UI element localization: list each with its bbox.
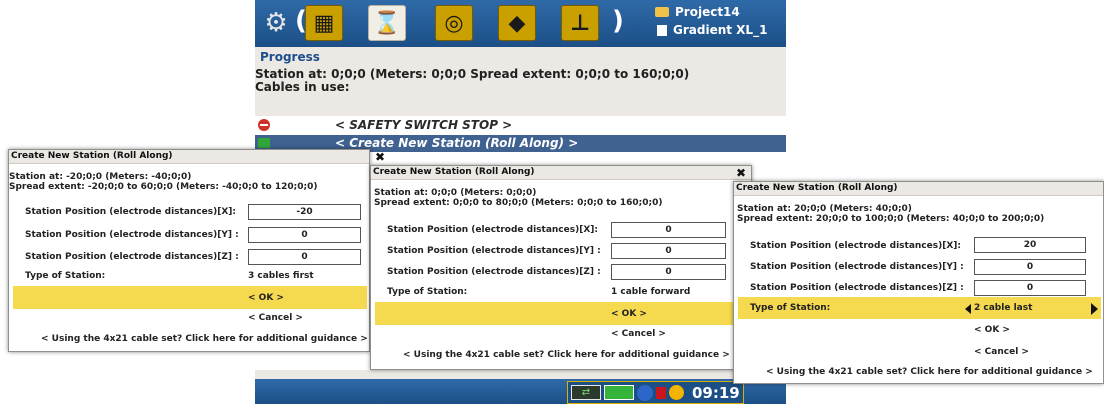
cancel-button[interactable]: < Cancel > <box>248 313 303 323</box>
guidance-link[interactable]: < Using the 4x21 cable set? Click here f… <box>41 334 368 344</box>
arrow-left-icon[interactable] <box>965 304 971 314</box>
folder-icon <box>655 7 669 17</box>
z-position-label: Station Position (electrode distances)[Z… <box>25 252 239 262</box>
ok-row-highlight <box>375 302 749 325</box>
type-of-station-label: Type of Station: <box>387 287 468 297</box>
close-icon[interactable]: ✖ <box>375 150 385 164</box>
spiral-icon[interactable]: ◎ <box>435 5 473 41</box>
station-status: Station at: 0;0;0 (Meters: 0;0;0 Spread … <box>255 67 690 81</box>
connection-icon[interactable]: ⇄ <box>571 385 601 400</box>
type-of-station-label: Type of Station: <box>25 271 106 281</box>
close-icon[interactable]: ✖ <box>736 166 746 180</box>
progress-title: Progress <box>260 50 320 64</box>
x-position-label: Station Position (electrode distances)[X… <box>25 207 236 217</box>
y-position-input[interactable]: 0 <box>248 227 361 243</box>
clock-icon[interactable] <box>669 385 684 400</box>
spread-extent-text: Spread extent: -20;0;0 to 60;0;0 (Meters… <box>9 182 318 192</box>
y-position-input[interactable]: 0 <box>611 243 726 259</box>
ok-button[interactable]: < OK > <box>974 325 1010 335</box>
x-position-input[interactable]: -20 <box>248 204 361 220</box>
create-station-dialog-2: Create New Station (Roll Along) Station … <box>370 165 752 370</box>
system-tray: ⇄ 09:19 <box>567 381 744 404</box>
record-icon[interactable] <box>656 386 666 399</box>
globe-icon[interactable] <box>637 384 653 401</box>
diamond-icon[interactable]: ◆ <box>498 5 536 41</box>
z-position-label: Station Position (electrode distances)[Z… <box>750 283 964 293</box>
cables-status: Cables in use: <box>255 80 350 94</box>
z-position-input[interactable]: 0 <box>611 264 726 280</box>
x-position-input[interactable]: 0 <box>611 222 726 238</box>
x-position-input[interactable]: 20 <box>974 237 1086 253</box>
y-position-label: Station Position (electrode distances)[Y… <box>387 246 601 256</box>
x-position-label: Station Position (electrode distances)[X… <box>750 241 961 251</box>
gear-icon[interactable]: ⚙ <box>257 5 295 41</box>
z-position-input[interactable]: 0 <box>974 280 1086 296</box>
z-position-input[interactable]: 0 <box>248 249 361 265</box>
battery-icon[interactable] <box>604 385 634 400</box>
station-at-text: Station at: -20;0;0 (Meters: -40;0;0) <box>9 172 192 182</box>
safety-switch-stop-label: < SAFETY SWITCH STOP > <box>335 118 513 132</box>
create-new-station-label: < Create New Station (Roll Along) > <box>335 136 579 150</box>
y-position-input[interactable]: 0 <box>974 259 1086 275</box>
dialog-title: Create New Station (Roll Along) <box>734 182 1103 196</box>
crane-icon[interactable]: ⊥ <box>561 5 599 41</box>
y-position-label: Station Position (electrode distances)[Y… <box>25 230 239 240</box>
layers-icon[interactable]: ▦ <box>305 5 343 41</box>
cancel-button[interactable]: < Cancel > <box>611 329 666 339</box>
spread-extent-text: Spread extent: 20;0;0 to 100;0;0 (Meters… <box>737 214 1045 224</box>
type-of-station-value[interactable]: 1 cable forward <box>611 287 690 297</box>
type-of-station-label: Type of Station: <box>750 303 831 313</box>
create-station-dialog-1: Create New Station (Roll Along) Station … <box>8 149 370 352</box>
taskbar: ⇄ 09:19 <box>255 379 786 404</box>
type-of-station-value[interactable]: 3 cables first <box>248 271 314 281</box>
protocol-name: Gradient XL_1 <box>673 23 768 37</box>
document-icon <box>657 24 667 36</box>
project-info: Project14 Gradient XL_1 <box>655 4 767 38</box>
create-station-dialog-3: Create New Station (Roll Along) Station … <box>733 181 1104 384</box>
clock-time: 09:19 <box>692 383 740 402</box>
z-position-label: Station Position (electrode distances)[Z… <box>387 267 601 277</box>
scroll-right-icon[interactable]: ) <box>612 6 624 36</box>
y-position-label: Station Position (electrode distances)[Y… <box>750 262 964 272</box>
stop-icon <box>258 119 270 131</box>
ok-button[interactable]: < OK > <box>248 293 284 303</box>
ok-button[interactable]: < OK > <box>611 309 647 319</box>
type-of-station-value[interactable]: 2 cable last <box>974 303 1032 313</box>
toolbar: ⚙ ( ▦ ⌛ ◎ ◆ ⊥ ) Project14 Gradient XL_1 <box>255 0 786 47</box>
dialog-title: Create New Station (Roll Along) <box>371 166 751 180</box>
guidance-link[interactable]: < Using the 4x21 cable set? Click here f… <box>766 367 1093 377</box>
station-at-text: Station at: 20;0;0 (Meters: 40;0;0) <box>737 204 912 214</box>
arrow-right-icon <box>258 138 270 148</box>
arrow-right-icon[interactable] <box>1091 303 1098 315</box>
project-name: Project14 <box>675 5 740 19</box>
spread-extent-text: Spread extent: 0;0;0 to 80;0;0 (Meters: … <box>374 198 663 208</box>
dialog-title: Create New Station (Roll Along) <box>9 150 369 164</box>
ok-row-highlight <box>13 286 367 309</box>
x-position-label: Station Position (electrode distances)[X… <box>387 225 598 235</box>
guidance-link[interactable]: < Using the 4x21 cable set? Click here f… <box>403 350 730 360</box>
safety-switch-stop-item[interactable]: < SAFETY SWITCH STOP > <box>255 117 786 134</box>
station-at-text: Station at: 0;0;0 (Meters: 0;0;0) <box>374 188 537 198</box>
cancel-button[interactable]: < Cancel > <box>974 347 1029 357</box>
hourglass-icon[interactable]: ⌛ <box>368 5 406 41</box>
